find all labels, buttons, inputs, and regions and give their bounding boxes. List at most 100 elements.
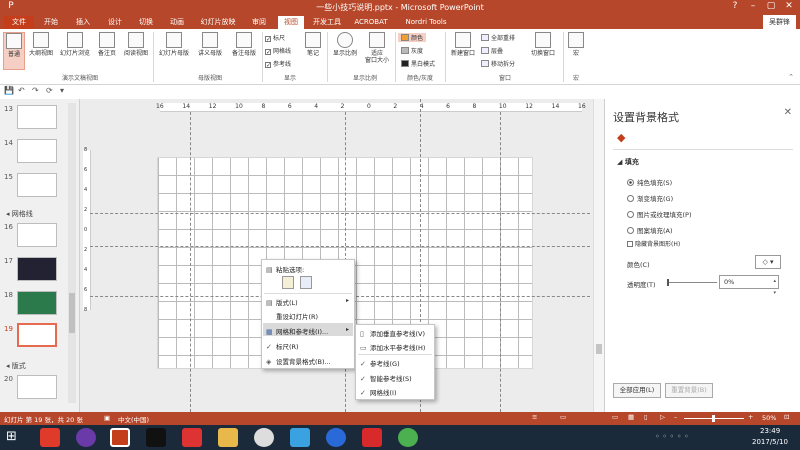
tab-transitions[interactable]: 切换 <box>133 16 159 29</box>
tab-acrobat[interactable]: ACROBAT <box>350 16 392 29</box>
clock-time[interactable]: 23:49 <box>760 427 780 435</box>
pattern-fill-radio[interactable]: 图案填充(A) <box>627 225 673 235</box>
zoom-level[interactable]: 50% <box>762 414 776 422</box>
menu-item-layout[interactable]: ▤ 版式(L) <box>266 297 298 307</box>
spellcheck-icon[interactable]: ▣ <box>104 414 110 422</box>
xmind-icon[interactable] <box>182 428 202 447</box>
editing-scrollbar[interactable] <box>593 99 604 412</box>
horizontal-guide[interactable] <box>90 246 590 247</box>
reset-background-button[interactable]: 重置背景(B) <box>665 383 713 398</box>
fit-slide-icon[interactable]: ⊡ <box>784 413 789 421</box>
tab-developer[interactable]: 开发工具 <box>310 16 344 29</box>
black-white-button[interactable]: 黑白模式 <box>401 59 435 68</box>
reading-view-icon[interactable]: ▯ <box>644 413 648 421</box>
arrange-all-button[interactable]: 全部重排 <box>481 33 515 42</box>
macros-button[interactable]: 宏 <box>566 32 586 70</box>
comments-icon[interactable]: ▭ <box>560 413 566 421</box>
gridlines-checkbox[interactable]: ✓ 网格线 <box>265 46 291 56</box>
menu-item-ruler[interactable]: ✓ 标尺(R) <box>266 341 299 351</box>
zoom-button[interactable]: 显示比例 <box>330 32 360 70</box>
hide-bg-graphics-checkbox[interactable]: 隐藏背景图形(H) <box>627 239 680 248</box>
chrome-icon[interactable] <box>398 428 418 447</box>
picture-fill-radio[interactable]: 图片或纹理填充(P) <box>627 209 692 219</box>
repeat-icon[interactable]: ⟳ <box>46 86 53 95</box>
section-header[interactable]: ◂ 版式 <box>6 361 26 371</box>
slide-sorter-icon[interactable]: ▦ <box>628 413 634 421</box>
paste-picture-icon[interactable] <box>300 276 312 289</box>
fill-section-header[interactable]: ◢ 填充 <box>617 157 639 167</box>
slide-thumbnail[interactable] <box>17 139 57 163</box>
solid-fill-radio[interactable]: 纯色填充(S) <box>627 177 672 187</box>
undo-icon[interactable]: ↶ <box>18 86 25 95</box>
zoom-slider-thumb[interactable] <box>712 415 715 422</box>
save-icon[interactable]: 💾 <box>4 86 14 95</box>
thumbnails-scrollbar[interactable] <box>68 103 76 403</box>
reading-view-button[interactable]: 阅读视图 <box>121 32 151 70</box>
fit-window-button[interactable]: 适应 窗口大小 <box>362 32 392 70</box>
transparency-input[interactable]: 0% ▴ ▾ <box>719 275 779 296</box>
color-picker-button[interactable]: ◇ ▾ <box>755 255 781 269</box>
move-split-button[interactable]: 移动拆分 <box>481 59 515 68</box>
slider-thumb[interactable] <box>667 279 669 286</box>
close-pane-button[interactable]: ✕ <box>784 107 792 118</box>
apply-to-all-button[interactable]: 全部应用(L) <box>613 383 661 398</box>
slide-thumbnail[interactable] <box>17 223 57 247</box>
redo-icon[interactable]: ↷ <box>32 86 39 95</box>
fill-bucket-icon[interactable]: ◆ <box>617 131 625 144</box>
tab-insert[interactable]: 插入 <box>70 16 96 29</box>
normal-view-icon[interactable]: ▭ <box>612 413 618 421</box>
qq-icon[interactable] <box>146 428 166 447</box>
youdao-icon[interactable] <box>362 428 382 447</box>
browser-icon[interactable] <box>76 428 96 447</box>
vertical-guide[interactable] <box>190 112 191 412</box>
menu-item-add-vertical-guide[interactable]: ▯ 添加垂直参考线(V) <box>360 328 425 338</box>
vertical-ruler[interactable]: 8 6 4 2 0 2 4 6 8 <box>83 147 91 313</box>
file-explorer-icon[interactable] <box>218 428 238 447</box>
minimize-button[interactable]: – <box>746 1 760 11</box>
tab-design[interactable]: 设计 <box>102 16 128 29</box>
netease-music-icon[interactable] <box>40 428 60 447</box>
color-button[interactable]: 颜色 <box>398 33 427 42</box>
cloud-app-icon[interactable] <box>290 428 310 447</box>
handout-master-button[interactable]: 讲义母版 <box>194 32 226 70</box>
vertical-guide[interactable] <box>500 112 501 412</box>
menu-item-guides[interactable]: ✓ 参考线(G) <box>360 358 400 368</box>
scrollbar-thumb[interactable] <box>69 293 75 333</box>
pen-app-icon[interactable] <box>326 428 346 447</box>
tab-nordri[interactable]: Nordri Tools <box>398 16 454 29</box>
slide-thumbnail-current[interactable] <box>17 323 57 347</box>
notes-icon[interactable]: ≡ <box>532 413 537 421</box>
collapse-ribbon-icon[interactable]: ⌃ <box>788 73 794 81</box>
menu-item-grid-guides-text[interactable]: ▦ 网格和参考线(I)... <box>266 326 328 336</box>
menu-item-smart-guides[interactable]: ✓ 智能参考线(S) <box>360 373 412 383</box>
tab-file[interactable]: 文件 <box>4 16 34 29</box>
notes-button[interactable]: 笔记 <box>302 32 324 70</box>
normal-view-button[interactable]: 普通 <box>3 32 25 70</box>
slide-sorter-button[interactable]: 幻灯片浏览 <box>57 32 93 70</box>
menu-item-gridlines[interactable]: ✓ 网格线(I) <box>360 387 397 397</box>
clock-date[interactable]: 2017/5/10 <box>752 438 788 446</box>
tab-view[interactable]: 视图 <box>278 16 304 29</box>
cascade-button[interactable]: 层叠 <box>481 46 503 55</box>
menu-item-reset-slide[interactable]: 重设幻灯片(R) <box>266 311 318 321</box>
guides-checkbox[interactable]: ✓ 参考线 <box>265 59 291 69</box>
close-button[interactable]: ✕ <box>782 1 796 11</box>
tab-review[interactable]: 审阅 <box>246 16 272 29</box>
customize-qat-icon[interactable]: ▾ <box>60 86 64 95</box>
outline-view-button[interactable]: 大纲视图 <box>27 32 55 70</box>
slide-thumbnail[interactable] <box>17 375 57 399</box>
horizontal-ruler[interactable]: 16 14 12 10 8 6 4 2 0 2 4 6 8 10 12 14 16 <box>156 103 586 112</box>
tray-icons[interactable]: ◦ ◦ ◦ ◦ ◦ <box>655 432 689 441</box>
messenger-icon[interactable] <box>254 428 274 447</box>
menu-item-format-background[interactable]: ◈ 设置背景格式(B)... <box>266 356 331 366</box>
new-window-button[interactable]: 新建窗口 <box>448 32 478 70</box>
transparency-slider[interactable] <box>667 282 717 283</box>
ruler-checkbox[interactable]: ✓ 标尺 <box>265 33 285 43</box>
windows-start-icon[interactable]: ⊞ <box>6 429 17 444</box>
notes-page-button[interactable]: 备注页 <box>95 32 119 70</box>
zoom-out-icon[interactable]: – <box>674 413 677 421</box>
app-icon[interactable]: P <box>4 1 18 11</box>
slideshow-icon[interactable]: ▷ <box>660 413 665 421</box>
menu-item-add-horizontal-guide[interactable]: ▭ 添加水平参考线(H) <box>360 342 425 352</box>
slide-thumbnail[interactable] <box>17 173 57 197</box>
